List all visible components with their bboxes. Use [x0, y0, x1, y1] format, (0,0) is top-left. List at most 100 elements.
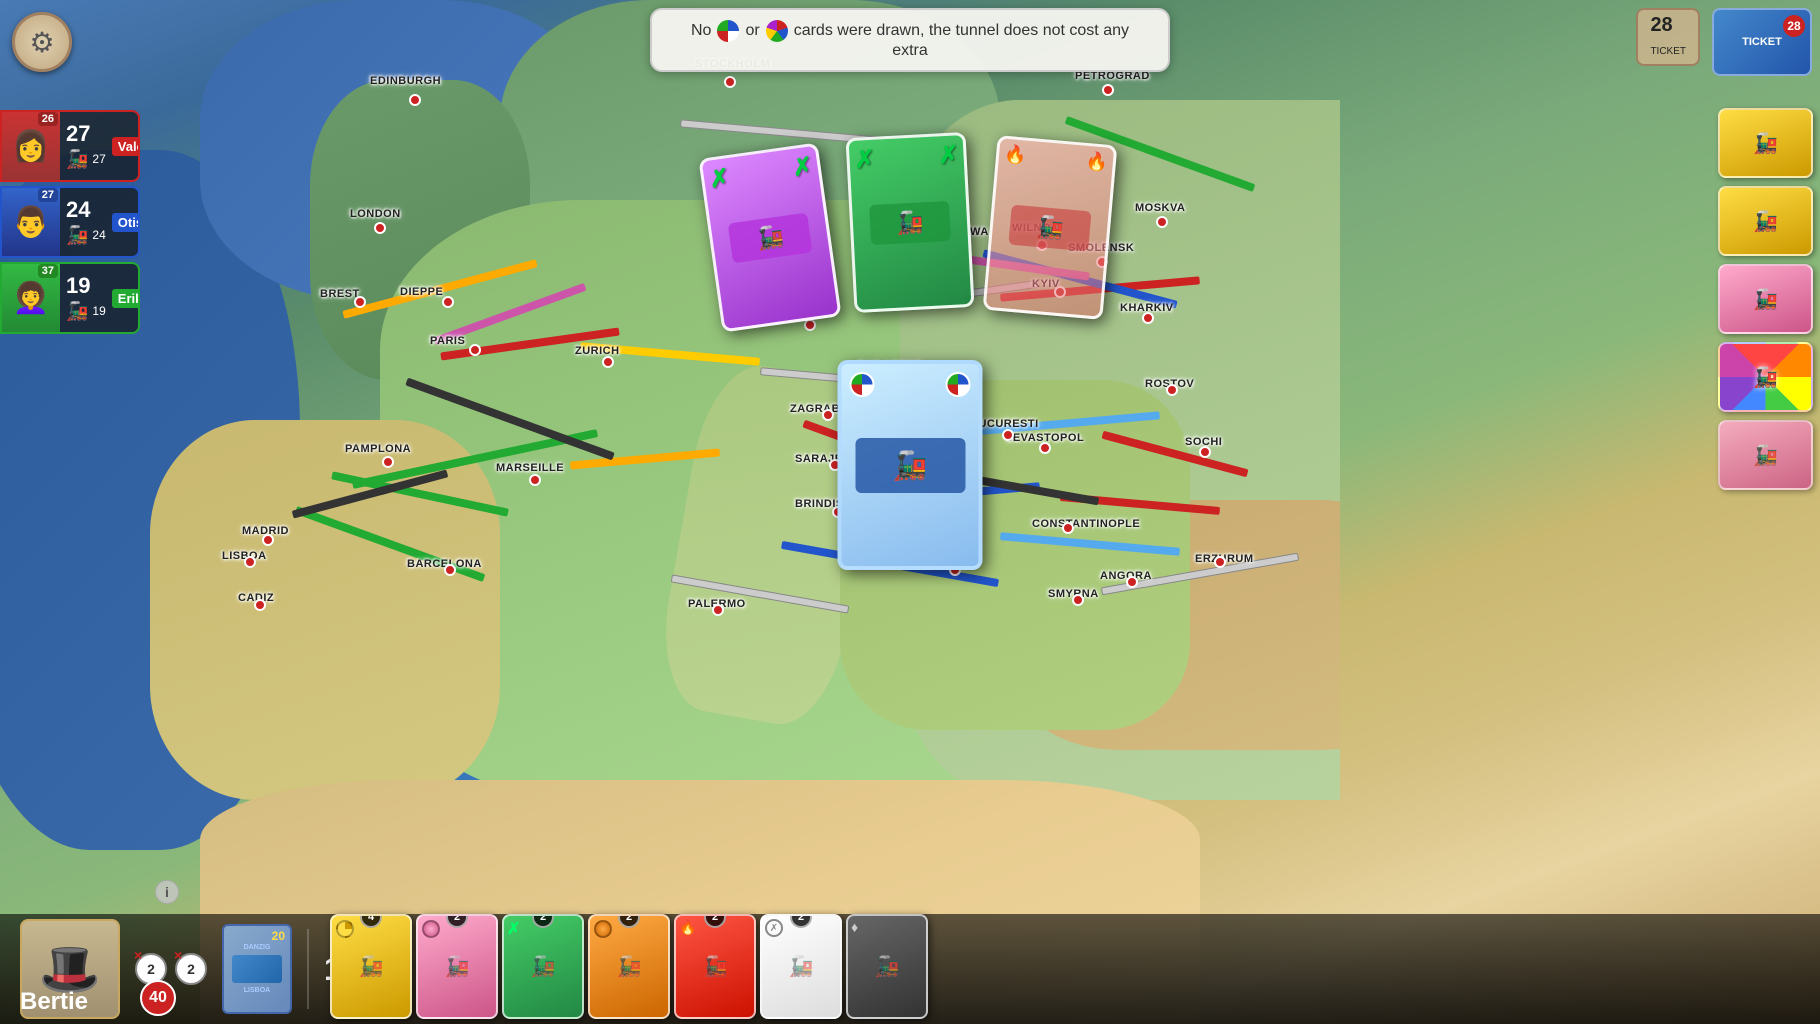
hand-card-black-diamond: ♦ — [851, 919, 858, 935]
hand-card-black-body: 🚂 — [848, 916, 926, 1017]
dot-erzurum — [1214, 556, 1226, 568]
iberia-land — [150, 420, 500, 800]
hand-train-green: 🚂 — [531, 954, 556, 979]
ticket-mini-map — [232, 955, 282, 983]
erika-score: 19 — [66, 275, 106, 297]
notification-post-text: cards were drawn, the tunnel does not co… — [794, 22, 1129, 40]
tunnel-card-train-green: 🚂 — [869, 200, 951, 244]
hand-card-green[interactable]: 2 ✗ 🚂 — [502, 914, 584, 1019]
dot-smyrna — [1072, 594, 1084, 606]
tunnel-flame-left: 🔥 — [1003, 144, 1027, 167]
hand-card-red-flame: 🔥 — [679, 919, 696, 936]
erika-info: 19 🚂 19 — [60, 271, 112, 326]
dot-lisboa — [244, 556, 256, 568]
erika-name-bar: Erika — [112, 289, 140, 308]
dot-sochi — [1199, 446, 1211, 458]
otis-name-bar: Otis — [112, 213, 140, 232]
deck-card-pink-2[interactable]: 🚂 — [1718, 420, 1813, 490]
player-panels-list: 👩 26 27 🚂 27 Valeria 👨 27 24 🚂 24 Otis — [0, 110, 140, 334]
deck-card-yellow-1[interactable]: 🚂 — [1718, 108, 1813, 178]
player-panel-otis: 👨 27 24 🚂 24 Otis — [0, 186, 140, 258]
dot-kharkiv — [1142, 312, 1154, 324]
dot-barcelona — [444, 564, 456, 576]
hand-card-pink[interactable]: 2 🚂 — [416, 914, 498, 1019]
lightblue-train-display: 🚂 — [855, 438, 965, 493]
ticket-card-mini[interactable]: DANZIG LISBOA 20 — [222, 924, 292, 1014]
deck-card-pink-1[interactable]: 🚂 — [1718, 264, 1813, 334]
erika-top-score: 37 — [38, 264, 58, 278]
hand-card-white[interactable]: 2 ✗ 🚂 — [760, 914, 842, 1019]
valeria-top-score: 26 — [38, 112, 58, 126]
multi-card-icon — [766, 20, 788, 42]
ticket-count-row-1: × 2 × 2 — [135, 953, 207, 985]
hand-train-yellow: 🚂 — [359, 954, 384, 979]
info-icon: i — [165, 884, 169, 900]
hand-train-red: 🚂 — [703, 954, 728, 979]
tunnel-card-purple[interactable]: ✗ ✗ 🚂 — [698, 143, 841, 333]
tunnel-card-red[interactable]: 🔥 🔥 🚂 — [983, 135, 1118, 320]
ticket-counts-section: × 2 × 2 — [135, 953, 207, 985]
hand-card-yellow[interactable]: 4 🚂 — [330, 914, 412, 1019]
ticket-mini-from: DANZIG — [244, 944, 271, 951]
hand-card-pink-sym — [422, 920, 440, 938]
ticket-deck-count: 28 — [1783, 15, 1805, 37]
dot-zurich — [602, 356, 614, 368]
dot-london — [374, 222, 386, 234]
blue-card-icon — [717, 20, 739, 42]
hand-card-white-sym: ✗ — [765, 919, 783, 937]
hand-card-red[interactable]: 2 🔥 🚂 — [674, 914, 756, 1019]
notification-or-text: or — [745, 22, 759, 40]
tunnel-drawn-cards: ✗ ✗ 🚂 ✗ ✗ 🚂 🔥 🔥 🚂 � — [710, 130, 1110, 325]
ticket-count: 28 — [1650, 14, 1672, 36]
dot-angora — [1126, 576, 1138, 588]
dot-edinburgh — [409, 94, 421, 106]
hand-card-orange[interactable]: 2 🚂 — [588, 914, 670, 1019]
divider-1 — [307, 929, 309, 1009]
otis-top-score: 27 — [38, 188, 58, 202]
hand-card-orange-sym — [594, 920, 612, 938]
notification-line1: No or cards were drawn, the tunnel does … — [682, 20, 1138, 42]
ticket-mini-to: LISBOA — [244, 987, 270, 994]
dot-sevastopol — [1039, 442, 1051, 454]
dot-pamplona — [382, 456, 394, 468]
right-card-deck: 🚂 🚂 🚂 🚂 🚂 — [1710, 100, 1820, 498]
dot-moskva — [1156, 216, 1168, 228]
hand-card-green-x: ✗ — [507, 919, 520, 939]
hand-train-black: 🚂 — [875, 954, 900, 979]
hand-train-white: 🚂 — [789, 954, 814, 979]
hand-card-yellow-sym — [336, 920, 354, 938]
tunnel-x-left-2: ✗ — [854, 145, 876, 175]
otis-avatar: 👨 27 — [2, 186, 60, 258]
deck-train-wild: 🚂 — [1753, 365, 1778, 390]
gear-icon: ⚙ — [29, 26, 54, 59]
current-player-score-badge: 40 — [140, 980, 176, 1016]
dot-stockholm — [724, 76, 736, 88]
erika-train-count: 19 — [92, 304, 105, 318]
settings-button[interactable]: ⚙ — [12, 12, 72, 72]
dot-cadiz — [254, 599, 266, 611]
deck-card-wild[interactable]: 🚂 — [1718, 342, 1813, 412]
tunnel-x-right-2: ✗ — [938, 140, 960, 170]
ticket-count-1: 2 — [147, 961, 155, 977]
valeria-train-count: 27 — [92, 152, 105, 166]
info-button[interactable]: i — [155, 880, 179, 904]
deck-train-yellow-2: 🚂 — [1753, 209, 1778, 234]
tunnel-card-green[interactable]: ✗ ✗ 🚂 — [846, 132, 975, 313]
tunnel-card-lightblue[interactable]: 🚂 — [838, 360, 983, 570]
valeria-info: 27 🚂 27 — [60, 119, 112, 174]
deck-card-yellow-2[interactable]: 🚂 — [1718, 186, 1813, 256]
otis-info: 24 🚂 24 — [60, 195, 112, 250]
dot-marseille — [529, 474, 541, 486]
dot-madrid — [262, 534, 274, 546]
ticket-deck-button[interactable]: TICKET 28 — [1712, 8, 1812, 76]
dot-brest — [354, 296, 366, 308]
lightblue-card-icon-left — [850, 372, 875, 397]
ticket-label: TICKET — [1650, 46, 1686, 57]
hand-card-black[interactable]: ♦ 🚂 — [846, 914, 928, 1019]
valeria-avatar: 👩 26 — [2, 110, 60, 182]
player-panel-valeria: 👩 26 27 🚂 27 Valeria — [0, 110, 140, 182]
deck-train-pink-1: 🚂 — [1753, 287, 1778, 312]
ticket-deck-label: TICKET — [1742, 36, 1782, 48]
deck-train-yellow-1: 🚂 — [1753, 131, 1778, 156]
x-symbol-2: × — [174, 947, 182, 963]
